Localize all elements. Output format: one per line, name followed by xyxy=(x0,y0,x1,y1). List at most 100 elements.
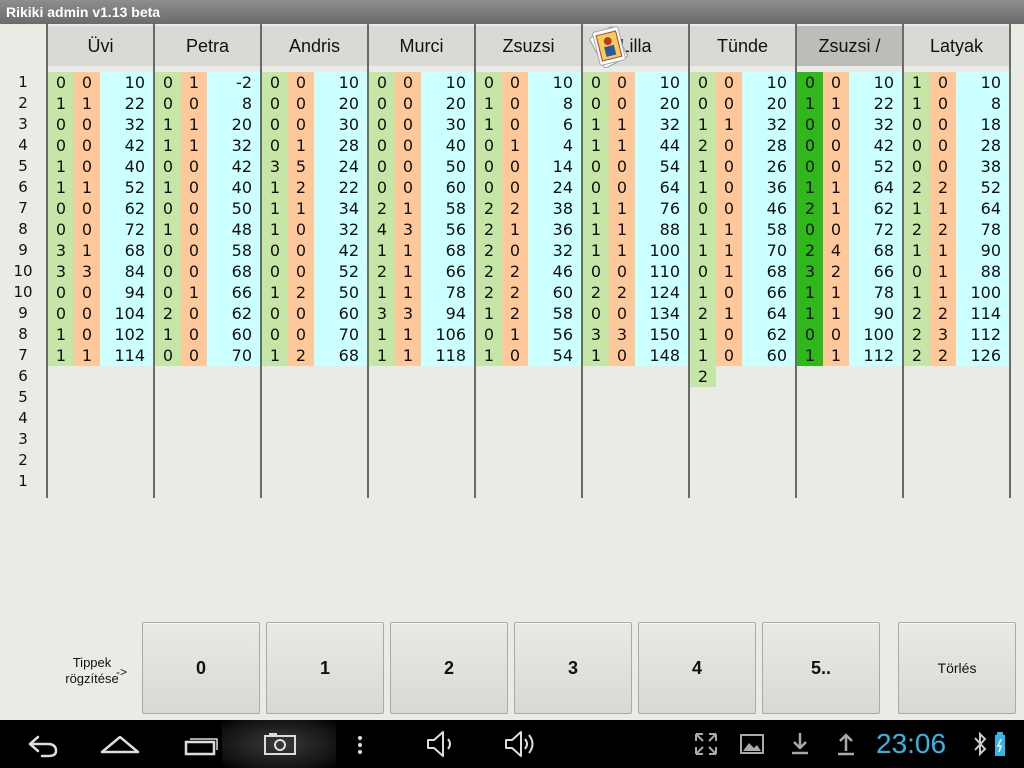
tricks-won-cell[interactable]: 0 xyxy=(609,303,635,324)
bid-cell[interactable]: 3 xyxy=(262,156,288,177)
gallery-icon[interactable] xyxy=(738,720,766,768)
bid-cell[interactable]: 1 xyxy=(262,345,288,366)
tricks-won-cell[interactable]: 1 xyxy=(716,303,742,324)
score-cell[interactable]: 42 xyxy=(100,135,153,156)
tricks-won-cell[interactable]: 0 xyxy=(181,345,207,366)
score-cell[interactable]: 28 xyxy=(314,135,367,156)
score-cell[interactable]: 60 xyxy=(314,303,367,324)
score-cell[interactable]: 68 xyxy=(849,240,902,261)
tricks-won-cell[interactable]: 1 xyxy=(395,240,421,261)
bid-cell[interactable]: 0 xyxy=(369,93,395,114)
score-cell[interactable]: 78 xyxy=(956,219,1009,240)
bid-cell[interactable]: 2 xyxy=(476,240,502,261)
bid-cell[interactable]: 2 xyxy=(904,324,930,345)
bid-cell[interactable]: 0 xyxy=(155,345,181,366)
bid-cell[interactable]: 2 xyxy=(690,366,716,387)
tricks-won-cell[interactable]: 2 xyxy=(930,219,956,240)
tricks-won-cell[interactable]: 0 xyxy=(930,156,956,177)
bid-cell[interactable]: 0 xyxy=(690,261,716,282)
tricks-won-cell[interactable]: 0 xyxy=(609,261,635,282)
score-cell[interactable]: 62 xyxy=(742,324,795,345)
score-cell[interactable]: 10 xyxy=(100,72,153,93)
score-cell[interactable]: 52 xyxy=(849,156,902,177)
score-cell[interactable]: 64 xyxy=(742,303,795,324)
bid-cell[interactable]: 0 xyxy=(904,261,930,282)
bid-cell[interactable]: 0 xyxy=(369,177,395,198)
score-cell[interactable]: 76 xyxy=(635,198,688,219)
bid-cell[interactable]: 1 xyxy=(155,114,181,135)
bid-cell[interactable]: 1 xyxy=(583,135,609,156)
bid-cell[interactable]: 0 xyxy=(690,198,716,219)
score-cell[interactable]: 10 xyxy=(956,72,1009,93)
tricks-won-cell[interactable]: 0 xyxy=(395,156,421,177)
tricks-won-cell[interactable]: 0 xyxy=(930,114,956,135)
tricks-won-cell[interactable]: 1 xyxy=(609,219,635,240)
score-cell[interactable]: 84 xyxy=(100,261,153,282)
score-cell[interactable]: 100 xyxy=(635,240,688,261)
tricks-won-cell[interactable]: 0 xyxy=(288,114,314,135)
score-cell[interactable]: 100 xyxy=(849,324,902,345)
tricks-won-cell[interactable]: 2 xyxy=(930,303,956,324)
bid-cell[interactable]: 1 xyxy=(690,345,716,366)
bid-cell[interactable]: 1 xyxy=(369,282,395,303)
tricks-won-cell[interactable]: 3 xyxy=(930,324,956,345)
score-cell[interactable]: 50 xyxy=(421,156,474,177)
player-name-header[interactable]: Petra xyxy=(155,26,260,66)
tricks-won-cell[interactable]: 2 xyxy=(288,282,314,303)
tricks-won-cell[interactable]: 1 xyxy=(288,198,314,219)
score-cell[interactable]: 10 xyxy=(314,72,367,93)
volume-down-icon[interactable] xyxy=(422,720,458,768)
score-cell[interactable]: 60 xyxy=(528,282,581,303)
tricks-won-cell[interactable]: 0 xyxy=(930,135,956,156)
score-cell[interactable]: 32 xyxy=(635,114,688,135)
score-cell[interactable]: 94 xyxy=(421,303,474,324)
score-cell[interactable]: 52 xyxy=(956,177,1009,198)
tricks-won-cell[interactable]: 0 xyxy=(181,324,207,345)
bid-cell[interactable]: 2 xyxy=(904,219,930,240)
bid-cell[interactable]: 2 xyxy=(690,135,716,156)
bid-cell[interactable]: 1 xyxy=(797,93,823,114)
bid-button-1[interactable]: 1 xyxy=(266,622,384,714)
tricks-won-cell[interactable]: 1 xyxy=(74,240,100,261)
score-cell[interactable]: 14 xyxy=(528,156,581,177)
score-cell[interactable]: 40 xyxy=(421,135,474,156)
bid-cell[interactable]: 1 xyxy=(904,198,930,219)
score-cell[interactable]: 64 xyxy=(956,198,1009,219)
tricks-won-cell[interactable]: 1 xyxy=(181,282,207,303)
score-cell[interactable]: 66 xyxy=(849,261,902,282)
bid-cell[interactable]: 1 xyxy=(476,114,502,135)
bid-button-5-plus[interactable]: 5.. xyxy=(762,622,880,714)
bid-cell[interactable]: 1 xyxy=(262,177,288,198)
bid-cell[interactable]: 0 xyxy=(155,240,181,261)
bid-cell[interactable]: 2 xyxy=(369,198,395,219)
score-cell[interactable]: 40 xyxy=(207,177,260,198)
tricks-won-cell[interactable]: 0 xyxy=(288,219,314,240)
bid-cell[interactable]: 1 xyxy=(155,177,181,198)
bid-cell[interactable]: 0 xyxy=(262,303,288,324)
bid-cell[interactable]: 0 xyxy=(476,135,502,156)
score-cell[interactable]: 32 xyxy=(207,135,260,156)
tricks-won-cell[interactable]: 0 xyxy=(181,219,207,240)
score-cell[interactable]: 64 xyxy=(635,177,688,198)
bid-cell[interactable]: 2 xyxy=(904,345,930,366)
tricks-won-cell[interactable]: 0 xyxy=(609,156,635,177)
tricks-won-cell[interactable]: 2 xyxy=(288,177,314,198)
bid-cell[interactable]: 0 xyxy=(797,135,823,156)
score-cell[interactable]: 28 xyxy=(956,135,1009,156)
bid-cell[interactable]: 0 xyxy=(48,72,74,93)
bid-cell[interactable]: 1 xyxy=(48,177,74,198)
bid-cell[interactable]: 0 xyxy=(48,114,74,135)
menu-dots-icon[interactable] xyxy=(352,720,368,768)
score-cell[interactable]: 10 xyxy=(528,72,581,93)
bid-cell[interactable]: 0 xyxy=(904,114,930,135)
bid-cell[interactable]: 1 xyxy=(797,303,823,324)
tricks-won-cell[interactable]: 0 xyxy=(395,93,421,114)
score-cell[interactable]: 20 xyxy=(314,93,367,114)
score-cell[interactable]: 34 xyxy=(314,198,367,219)
tricks-won-cell[interactable]: 2 xyxy=(930,345,956,366)
score-cell[interactable]: 22 xyxy=(100,93,153,114)
bid-cell[interactable]: 1 xyxy=(369,324,395,345)
tricks-won-cell[interactable]: 0 xyxy=(74,219,100,240)
tricks-won-cell[interactable]: 1 xyxy=(930,261,956,282)
score-cell[interactable]: 112 xyxy=(956,324,1009,345)
